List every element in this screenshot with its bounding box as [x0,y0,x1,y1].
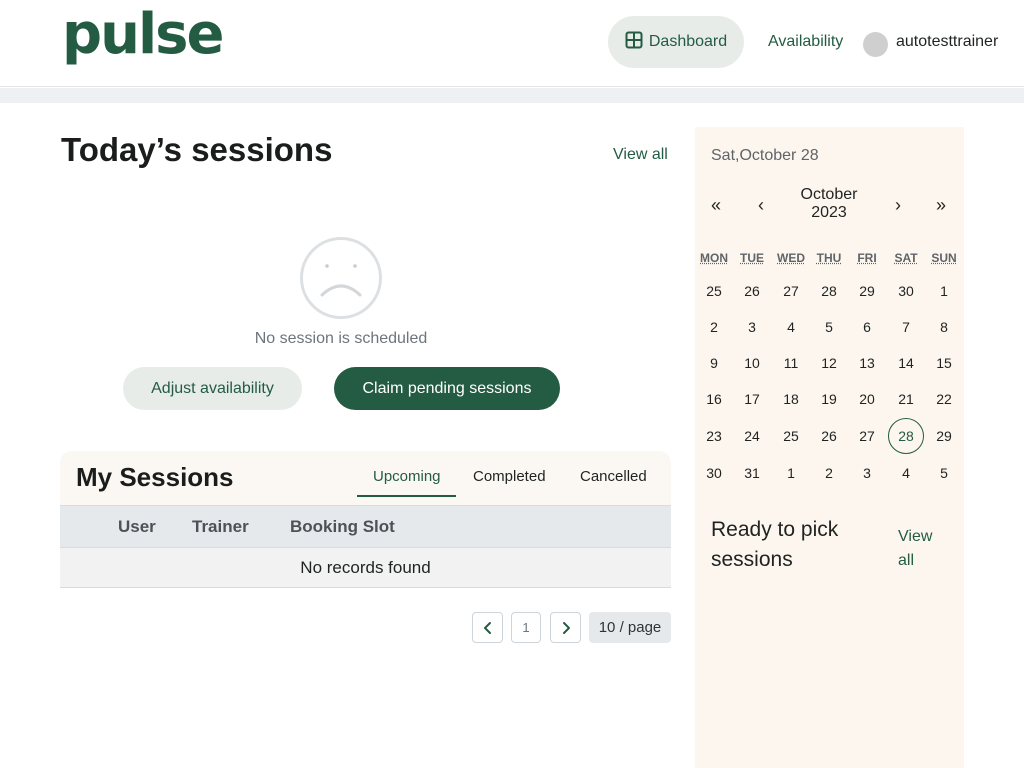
calendar-day[interactable]: 18 [773,381,809,417]
calendar-day[interactable]: 3 [734,309,770,345]
calendar-day[interactable]: 1 [773,455,809,491]
column-header-booking-slot: Booking Slot [290,517,395,536]
selected-date-label: Sat,October 28 [711,147,819,164]
column-header-trainer: Trainer [192,517,249,536]
weekday-sun: SUN [931,251,957,265]
calendar-day[interactable]: 5 [811,309,847,345]
my-sessions-header: My Sessions Upcoming Completed Cancelled [60,451,671,505]
calendar-month-year-label[interactable]: October 2023 [789,186,869,222]
calendar-day[interactable]: 29 [849,273,885,309]
calendar-day[interactable]: 13 [849,345,885,381]
calendar-day[interactable]: 4 [888,455,924,491]
no-records-row: No records found [60,547,671,588]
nav-dashboard-label: Dashboard [648,33,728,50]
calendar-day[interactable]: 31 [734,455,770,491]
ready-to-pick-title: Ready to pick sessions [711,518,839,571]
calendar-day[interactable]: 10 [734,345,770,381]
column-header-user: User [118,517,156,536]
nav-availability[interactable]: Availability [768,33,843,51]
calendar-day[interactable]: 2 [696,309,732,345]
weekday-fri: FRI [857,251,877,265]
calendar-day[interactable]: 6 [849,309,885,345]
calendar-year-label: 2023 [811,204,847,221]
calendar-day[interactable]: 16 [696,381,732,417]
previous-page-button[interactable] [472,612,503,643]
previous-month-button[interactable]: ‹ [758,195,764,216]
next-year-button[interactable]: » [936,195,946,216]
calendar-day[interactable]: 26 [734,273,770,309]
calendar-day[interactable]: 17 [734,381,770,417]
dashboard-grid-icon [625,31,643,54]
right-panel: Sat,October 28 « ‹ October 2023 › » MON T… [695,127,964,768]
top-header: pulse Dashboard Availability autotesttra… [0,0,1024,87]
calendar-day[interactable]: 9 [696,345,732,381]
calendar-day[interactable]: 15 [926,345,962,381]
calendar-day[interactable]: 29 [926,418,962,454]
ready-view-all-link[interactable]: View all [898,525,948,573]
calendar-day[interactable]: 30 [696,455,732,491]
chevron-left-icon [483,621,491,634]
weekday-tue: TUE [740,251,764,265]
calendar-day[interactable]: 27 [849,418,885,454]
weekday-wed: WED [777,251,805,265]
calendar-day[interactable]: 11 [773,345,809,381]
calendar-day[interactable]: 26 [811,418,847,454]
calendar-day[interactable]: 21 [888,381,924,417]
nav-dashboard[interactable]: Dashboard [608,16,744,68]
calendar-day[interactable]: 25 [696,273,732,309]
calendar-day[interactable]: 30 [888,273,924,309]
claim-pending-sessions-button[interactable]: Claim pending sessions [334,367,560,410]
weekday-sat: SAT [894,251,918,265]
next-page-button[interactable] [550,612,581,643]
calendar-day[interactable]: 1 [926,273,962,309]
pulse-logo[interactable]: pulse [62,2,224,67]
calendar-day[interactable]: 5 [926,455,962,491]
calendar-day[interactable]: 19 [811,381,847,417]
weekday-mon: MON [700,251,728,265]
calendar-day[interactable]: 4 [773,309,809,345]
calendar-day[interactable]: 14 [888,345,924,381]
page-title: Today’s sessions [61,131,333,168]
tab-cancelled[interactable]: Cancelled [580,468,647,485]
my-sessions-title: My Sessions [76,462,234,492]
table-header: User Trainer Booking Slot [60,505,671,547]
my-sessions-card: My Sessions Upcoming Completed Cancelled… [60,451,671,588]
calendar-day[interactable]: 7 [888,309,924,345]
calendar-day-selected[interactable]: 28 [888,418,924,454]
calendar-day[interactable]: 25 [773,418,809,454]
calendar-day[interactable]: 27 [773,273,809,309]
calendar-day[interactable]: 20 [849,381,885,417]
adjust-availability-button[interactable]: Adjust availability [123,367,302,410]
calendar-day[interactable]: 22 [926,381,962,417]
next-month-button[interactable]: › [895,195,901,216]
today-view-all-link[interactable]: View all [613,146,668,164]
username[interactable]: autotesttrainer [896,33,998,51]
tab-completed[interactable]: Completed [473,468,546,485]
calendar-day[interactable]: 12 [811,345,847,381]
previous-year-button[interactable]: « [711,195,721,216]
header-divider-strip [0,88,1024,103]
calendar-month-label: October [800,186,858,203]
no-session-text: No session is scheduled [254,330,428,347]
calendar-day[interactable]: 23 [696,418,732,454]
calendar-day[interactable]: 8 [926,309,962,345]
chevron-right-icon [562,621,570,634]
calendar-day[interactable]: 3 [849,455,885,491]
active-tab-indicator [357,495,456,497]
page-size-select[interactable]: 10 / page [589,612,671,643]
sad-face-icon [300,237,382,319]
calendar-day[interactable]: 24 [734,418,770,454]
calendar-day[interactable]: 2 [811,455,847,491]
weekday-thu: THU [816,251,842,265]
tab-upcoming[interactable]: Upcoming [373,468,441,485]
calendar-day[interactable]: 28 [811,273,847,309]
avatar[interactable] [863,32,888,57]
page-number-button[interactable]: 1 [511,612,541,643]
